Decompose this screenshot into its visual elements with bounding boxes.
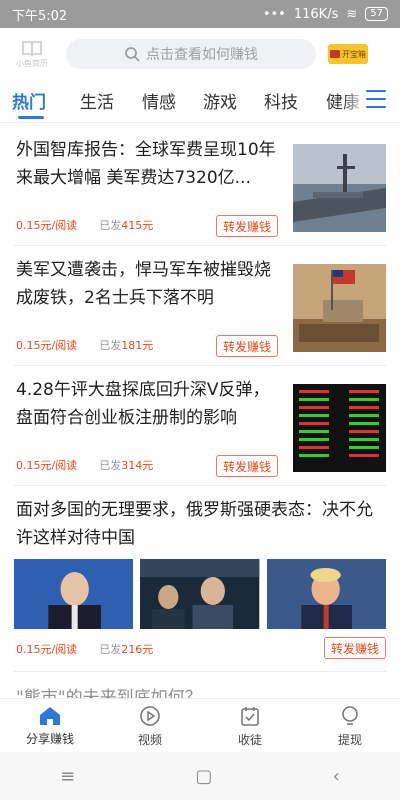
signal-icon: ••• [262,6,286,22]
search-placeholder: 点击查看如何赚钱 [146,47,258,63]
nav-video[interactable]: 视频 [100,699,200,753]
share-earn-button[interactable]: 转发赚钱 [215,455,278,477]
read-price: 0.15元/阅读 [16,459,78,472]
treasure-label: 开宝箱 [342,49,366,59]
share-earn-button[interactable]: 转发赚钱 [215,335,278,357]
bottom-nav: 分享赚钱 视频 收徒 提现 [0,698,400,753]
article-thumbnail [293,384,386,472]
active-tab-indicator [18,116,44,119]
bulb-icon [342,705,358,725]
article-item[interactable]: 4.28午评大盘探底回升深V反弹，盘面符合创业板注册制的影响 0.15元/阅读 … [14,366,386,486]
article-item[interactable]: 外国智库报告：全球军费呈现10年来最大增幅 美军费达7320亿... 0.15元… [14,126,386,246]
nav-label: 分享赚钱 [25,731,74,746]
read-price: 0.15元/阅读 [16,339,78,352]
sent-label: 已发 [99,219,122,232]
play-icon [140,705,160,726]
read-price: 0.15元/阅读 [16,643,78,656]
network-speed: 116K/s [293,6,339,22]
tab-games[interactable]: 游戏 [203,88,237,113]
home-icon [40,706,60,725]
sent-label: 已发 [99,339,122,352]
article-item[interactable]: 美军又遭袭击，悍马军车被摧毁烧成废铁，2名士兵下落不明 0.15元/阅读 已发1… [14,246,386,366]
sent-label: 已发 [99,459,122,472]
checklist-icon [241,706,259,726]
treasure-icon [330,50,340,58]
read-price: 0.15元/阅读 [16,219,78,232]
article-title: 美军又遭袭击，悍马军车被摧毁烧成废铁，2名士兵下落不明 [16,260,271,308]
nav-apprentice[interactable]: 收徒 [200,699,300,753]
status-bar: 下午5:02 ••• 116K/s ≋ 57 [0,0,400,28]
tab-emotion[interactable]: 情感 [142,88,176,113]
menu-icon[interactable] [366,90,386,108]
nav-label: 视频 [137,732,162,747]
sent-label: 已发 [99,643,122,656]
sent-amount: 415元 [121,219,154,232]
menu-lines-icon[interactable]: ≡ [60,766,75,787]
article-thumbnail [293,264,386,352]
nav-label: 收徒 [237,732,262,747]
tab-life[interactable]: 生活 [80,88,114,113]
article-title: 4.28午评大盘探底回升深V反弹，盘面符合创业板注册制的影响 [16,380,270,428]
nav-label: 提现 [337,732,362,747]
sent-amount: 181元 [121,339,154,352]
battery-icon: 57 [365,7,388,21]
article-title: 面对多国的无理要求，俄罗斯强硬表态：决不允许这样对待中国 [16,500,373,548]
treasure-box-button[interactable]: 开宝箱 [328,44,368,64]
article-title: 外国智库报告：全球军费呈现10年来最大增幅 美军费达7320亿... [16,140,276,188]
back-icon[interactable]: ‹ [333,766,340,787]
wifi-icon: ≋ [346,6,358,22]
nav-withdraw[interactable]: 提现 [300,699,400,753]
status-time: 下午5:02 [12,8,68,24]
system-nav-bar: ≡ ▢ ‹ [0,752,400,800]
article-image [266,559,386,629]
article-feed: 外国智库报告：全球军费呈现10年来最大增幅 美军费达7320亿... 0.15元… [0,126,400,672]
search-icon [125,47,140,62]
app-logo[interactable]: 小鱼简历 [12,40,52,69]
share-earn-button[interactable]: 转发赚钱 [215,215,278,237]
article-item[interactable]: 面对多国的无理要求，俄罗斯强硬表态：决不允许这样对待中国 0.15元/阅读 已发… [14,486,386,672]
header: 小鱼简历 点击查看如何赚钱 开宝箱 [0,28,400,80]
sent-amount: 216元 [121,643,154,656]
article-image [140,559,260,629]
sent-amount: 314元 [121,459,154,472]
share-earn-button[interactable]: 转发赚钱 [323,637,386,659]
home-square-icon[interactable]: ▢ [195,766,212,787]
nav-share-earn[interactable]: 分享赚钱 [0,699,100,753]
category-tabs: 热门 生活 情感 游戏 科技 健康 [0,80,400,123]
tab-hot[interactable]: 热门 [12,88,46,113]
tab-tech[interactable]: 科技 [264,88,298,113]
logo-label: 小鱼简历 [16,58,48,68]
article-image [14,559,134,629]
search-bar[interactable]: 点击查看如何赚钱 [66,39,316,69]
article-thumbnail [293,144,386,232]
book-icon [22,40,42,56]
